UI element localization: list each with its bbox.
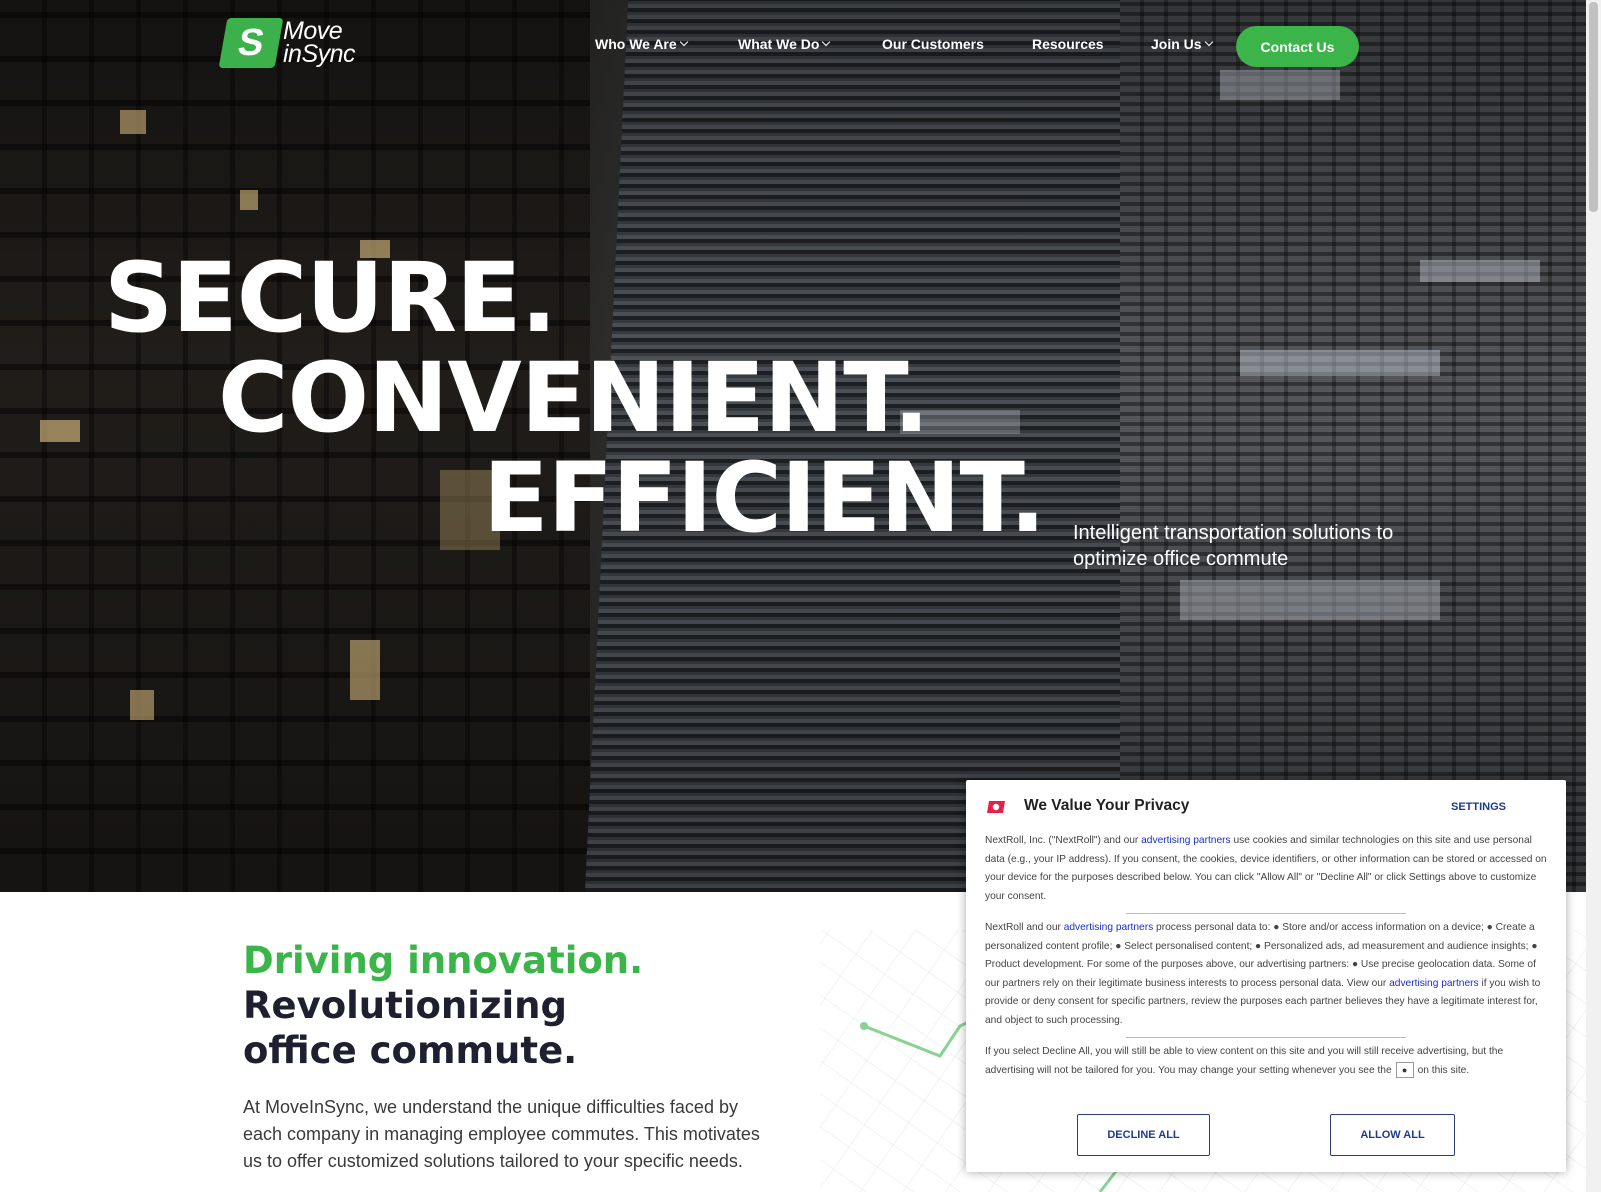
privacy-consent-dialog: We Value Your Privacy SETTINGS NextRoll,…: [966, 780, 1566, 1172]
consent-divider: [1126, 1037, 1406, 1038]
section-body-text: At MoveInSync, we understand the unique …: [243, 1097, 760, 1171]
heading-line-2: Revolutionizing: [243, 984, 568, 1027]
hero-section: S Move inSync Who We Are What We Do Our …: [0, 0, 1586, 892]
nav-label: Who We Are: [595, 36, 677, 52]
consent-divider: [1126, 913, 1406, 914]
consent-paragraph-2: NextRoll and our advertising partners pr…: [985, 919, 1548, 1030]
nav-label: Join Us: [1151, 36, 1202, 52]
consent-paragraph-1: NextRoll, Inc. ("NextRoll") and our adve…: [985, 832, 1548, 906]
logo-mark-icon: S: [218, 18, 284, 68]
consent-title: We Value Your Privacy: [1024, 797, 1190, 814]
advertising-partners-link[interactable]: advertising partners: [1389, 978, 1478, 989]
contact-us-button[interactable]: Contact Us: [1236, 26, 1359, 67]
nav-item-who-we-are[interactable]: Who We Are: [595, 36, 688, 52]
advertising-partners-link[interactable]: advertising partners: [1141, 835, 1230, 846]
consent-text: on this site.: [1417, 1064, 1470, 1076]
consent-paragraph-3: If you select Decline All, you will stil…: [985, 1043, 1548, 1080]
nav-label: Our Customers: [882, 36, 984, 52]
heading-line-green: Driving innovation.: [243, 939, 644, 982]
moveinsync-logo[interactable]: S Move inSync: [218, 18, 356, 68]
consent-text: NextRoll, Inc. ("NextRoll") and our: [985, 835, 1142, 846]
hero-headline-secure: SECURE.: [104, 242, 557, 354]
logo-wordmark: Move inSync: [283, 19, 356, 68]
decline-all-button[interactable]: DECLINE ALL: [1077, 1114, 1210, 1156]
nav-label: What We Do: [738, 36, 820, 52]
allow-all-button[interactable]: ALLOW ALL: [1330, 1114, 1455, 1156]
hero-headline-efficient: EFFICIENT.: [483, 442, 1046, 554]
hero-subtitle: Intelligent transportation solutions to …: [1073, 522, 1394, 570]
chevron-down-icon: [822, 37, 831, 47]
nav-item-join-us[interactable]: Join Us: [1151, 36, 1213, 52]
nextroll-settings-icon[interactable]: ●: [1395, 1061, 1414, 1078]
section-heading: Driving innovation. Revolutionizing offi…: [243, 938, 643, 1073]
chevron-down-icon: [679, 37, 688, 47]
nextroll-logo-icon: [987, 801, 1005, 813]
page-scrollbar-thumb[interactable]: [1589, 2, 1598, 212]
consent-settings-link[interactable]: SETTINGS: [1451, 801, 1506, 813]
nav-item-resources[interactable]: Resources: [1032, 36, 1104, 52]
nav-item-our-customers[interactable]: Our Customers: [882, 36, 984, 52]
nav-item-what-we-do[interactable]: What We Do: [738, 36, 831, 52]
nav-label: Resources: [1032, 36, 1104, 52]
hero-headline-convenient: CONVENIENT.: [218, 342, 930, 454]
heading-line-3: office commute.: [243, 1029, 578, 1072]
chevron-down-icon: [1204, 37, 1213, 47]
consent-text: NextRoll and our: [985, 922, 1064, 933]
advertising-partners-link[interactable]: advertising partners: [1064, 922, 1153, 933]
logo-word-2: inSync: [283, 40, 356, 68]
